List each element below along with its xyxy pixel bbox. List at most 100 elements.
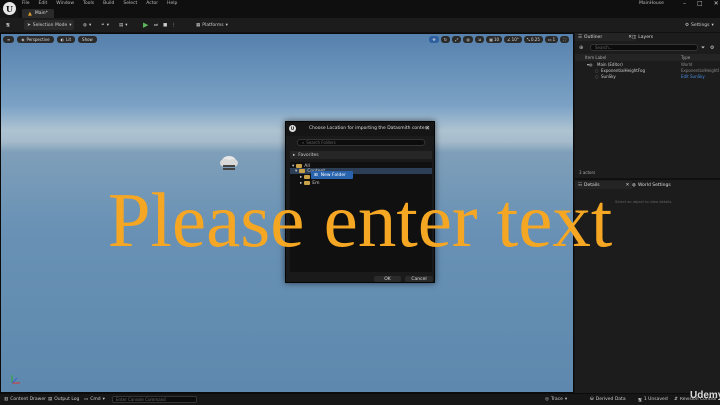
unsaved-button[interactable]: 🖫 1 Unsaved: [638, 396, 668, 403]
new-folder-icon: ⊞: [314, 172, 318, 178]
chevron-down-icon: ▾: [295, 168, 298, 174]
menu-window[interactable]: Window: [56, 1, 74, 6]
menu-build[interactable]: Build: [103, 1, 114, 6]
surface-snap-button[interactable]: ⇲: [474, 36, 485, 43]
show-label: Show: [82, 37, 93, 42]
details-tab[interactable]: ☷ Details ✕: [575, 181, 633, 189]
grid-snap-button[interactable]: ▦ 10: [486, 36, 503, 43]
maximize-button[interactable]: □: [697, 0, 703, 7]
edit-sunsky-link[interactable]: Edit SunSky: [681, 74, 705, 79]
perspective-button[interactable]: ◈ Perspective: [17, 36, 54, 43]
globe-icon: ◍: [466, 37, 470, 42]
grid-icon: ▦: [489, 37, 493, 42]
unreal-editor-window: U File Edit Window Tools Build Select Ac…: [0, 0, 720, 405]
translate-tool-button[interactable]: ✥: [429, 36, 439, 43]
layers-tab[interactable]: ◫ Layers: [629, 33, 656, 41]
platforms-button[interactable]: ▦ Platforms ▾: [193, 20, 231, 30]
menu-help[interactable]: Help: [167, 1, 177, 6]
cmd-button[interactable]: ▭ Cmd ▾: [84, 396, 105, 403]
trace-button[interactable]: ◎ Trace ▾: [545, 396, 567, 403]
filter-icon[interactable]: ⏷: [701, 45, 705, 51]
row-type: World: [681, 62, 693, 67]
udemy-watermark: Udemy: [690, 390, 720, 401]
item-label-header[interactable]: Item Label: [585, 55, 606, 60]
outliner-search-placeholder: Search...: [595, 45, 613, 50]
scale-snap-icon: ⤡: [526, 37, 530, 42]
scale-snap-button[interactable]: ⤡ 0.25: [523, 36, 543, 43]
perspective-icon: ◈: [21, 37, 25, 42]
play-options-button[interactable]: ⋮: [168, 20, 179, 30]
hamburger-icon: ≡: [7, 37, 11, 42]
camera-speed-button[interactable]: ▭ 1: [544, 36, 559, 43]
sky-atmosphere-icon[interactable]: [219, 154, 239, 172]
rotation-snap-button[interactable]: ∠ 10°: [504, 36, 522, 43]
rotate-tool-button[interactable]: ↻: [440, 36, 451, 43]
chevron-right-icon: ▸: [300, 180, 303, 186]
world-local-button[interactable]: ◍: [463, 36, 473, 43]
settings-button[interactable]: ⚙ Settings ▾: [682, 20, 717, 30]
dialog-close-button[interactable]: ✕: [425, 125, 430, 132]
play-icon: ▶: [143, 21, 149, 29]
unreal-logo-icon[interactable]: U: [3, 2, 16, 15]
menu-file[interactable]: File: [22, 1, 30, 6]
platforms-icon: ▦: [196, 22, 201, 28]
level-tab-label: Main*: [34, 11, 48, 16]
menu-edit[interactable]: Edit: [39, 1, 48, 6]
show-button[interactable]: Show: [78, 36, 97, 43]
console-command-input[interactable]: Enter Console Command: [112, 396, 197, 403]
selection-mode-button[interactable]: ➤ Selection Mode ▾: [24, 20, 75, 30]
trace-label: Trace: [550, 397, 563, 402]
cancel-button[interactable]: Cancel: [405, 276, 433, 282]
close-window-button[interactable]: ✕: [714, 0, 719, 7]
menu-actor[interactable]: Actor: [146, 1, 158, 6]
save-button[interactable]: 🖫: [3, 20, 13, 30]
chevron-down-icon: ▾: [711, 22, 714, 28]
project-name: MainHouse: [639, 1, 664, 6]
viewport-menu-button[interactable]: ≡: [3, 36, 15, 43]
blueprint-button[interactable]: ⚭ ▾: [98, 20, 112, 30]
settings-label: Settings: [691, 22, 710, 28]
details-tab-label: Details: [584, 182, 600, 188]
outliner-settings-icon[interactable]: ⚙: [710, 45, 714, 51]
play-button[interactable]: ▶: [140, 20, 151, 30]
menu-tools[interactable]: Tools: [83, 1, 94, 6]
ok-button[interactable]: OK: [374, 276, 401, 282]
output-log-button[interactable]: ▤ Output Log: [48, 396, 79, 403]
console-command-placeholder: Enter Console Command: [116, 397, 166, 402]
clapper-icon: ▤: [119, 22, 124, 28]
outliner-row-sunsky[interactable]: ◌ SunSky Edit SunSky: [575, 74, 720, 80]
menu-select[interactable]: Select: [123, 1, 137, 6]
scale-tool-button[interactable]: ⤢: [452, 36, 462, 43]
folder-search-input[interactable]: ⌕ Search Folders: [297, 139, 425, 146]
outliner-tab[interactable]: ☰ Outliner ✕: [575, 33, 635, 41]
gear-icon: ⚙: [685, 22, 690, 28]
type-header[interactable]: Type: [681, 55, 690, 60]
new-folder-menu-item[interactable]: ⊞ New Folder: [311, 171, 353, 179]
content-drawer-button[interactable]: ▥ Content Drawer: [4, 396, 46, 403]
maximize-viewport-button[interactable]: ⛶: [560, 36, 569, 43]
row-label: ExponentialHeightFog: [601, 68, 646, 73]
rotate-icon: ↻: [443, 37, 448, 42]
snap-icon: ⇲: [477, 37, 482, 42]
lit-button[interactable]: ◐ Lit: [56, 36, 76, 43]
level-tab-main[interactable]: ▲ Main*: [22, 9, 54, 18]
tree-item-child-2[interactable]: ▸ Em: [300, 180, 320, 186]
cursor-icon: ➤: [27, 22, 31, 28]
derived-data-icon: ⛁: [590, 397, 594, 402]
favorites-section[interactable]: ▸ Favorites: [290, 151, 432, 159]
cinematics-button[interactable]: ▤ ▾: [116, 20, 131, 30]
perspective-label: Perspective: [26, 37, 50, 42]
add-filter-icon[interactable]: ⊕: [579, 45, 583, 51]
cmd-icon: ▭: [84, 397, 89, 402]
actor-icon: ◌: [595, 74, 599, 79]
add-content-button[interactable]: ◍ ▾: [80, 20, 94, 30]
viewport-toolbar-left: ≡ ◈ Perspective ◐ Lit Show: [3, 36, 97, 43]
add-actor-icon: ◍: [83, 22, 87, 28]
outliner-search-input[interactable]: Search...: [590, 44, 698, 51]
world-settings-tab[interactable]: ◍ World Settings: [629, 181, 674, 189]
camera-icon: ▭: [547, 37, 552, 42]
more-options-icon: ⋮: [171, 22, 176, 28]
minimize-button[interactable]: –: [683, 0, 686, 7]
derived-data-button[interactable]: ⛁ Derived Data: [590, 396, 626, 403]
content-drawer-icon: ▥: [4, 397, 9, 402]
